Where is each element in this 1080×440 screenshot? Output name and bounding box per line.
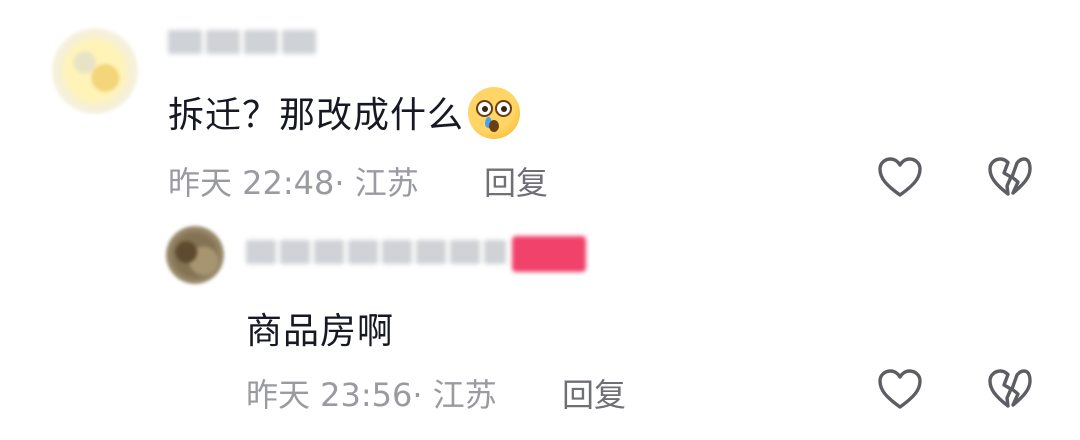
comment-thread: 拆迁？那改成什么 昨天 22:48· 江苏 回复 商品房啊 昨天 23:56· … (0, 0, 1080, 440)
comment-text: 拆迁？那改成什么 (168, 86, 521, 139)
reply-username-blurred[interactable] (246, 240, 506, 264)
reply-time: 昨天 23:56 (246, 376, 413, 414)
heart-outline-icon (878, 157, 922, 197)
comment-time: 昨天 22:48 (168, 164, 335, 202)
reply-to-reply-button[interactable]: 回复 (562, 370, 626, 416)
reply-like-button[interactable] (876, 367, 924, 411)
broken-heart-icon (988, 369, 1032, 408)
location-separator: · (412, 376, 433, 414)
author-badge-blurred (512, 236, 586, 272)
heart-outline-icon (878, 369, 922, 409)
reply-location: 江苏 (432, 376, 497, 414)
username-blurred[interactable] (168, 30, 316, 54)
comment-location: 江苏 (354, 164, 419, 202)
like-button[interactable] (876, 155, 924, 199)
dislike-button[interactable] (986, 155, 1034, 199)
broken-heart-icon (988, 157, 1032, 196)
comment-body: 拆迁？那改成什么 (168, 95, 465, 136)
avatar[interactable] (52, 28, 138, 114)
comment-meta: 昨天 22:48· 江苏 (168, 158, 419, 204)
reply-button[interactable]: 回复 (484, 158, 548, 204)
reply-avatar[interactable] (166, 226, 224, 284)
reply-dislike-button[interactable] (986, 367, 1034, 411)
reply-text: 商品房啊 (246, 311, 395, 352)
location-separator: · (334, 164, 355, 202)
reply-meta: 昨天 23:56· 江苏 (246, 370, 497, 416)
flushed-crying-emoji-icon (468, 87, 521, 139)
